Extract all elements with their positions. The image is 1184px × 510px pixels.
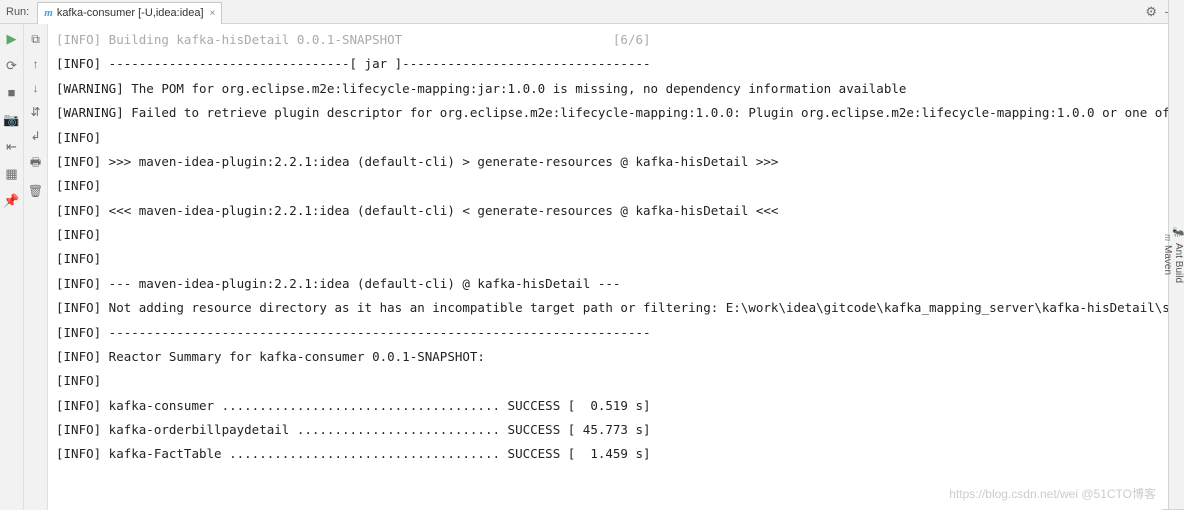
console-line: [INFO] Not adding resource directory as … <box>56 296 1176 320</box>
console-line: [INFO] kafka-FactTable .................… <box>56 442 1176 466</box>
console-line: [INFO] --- maven-idea-plugin:2.2.1:idea … <box>56 272 1176 296</box>
exit-icon[interactable]: ⇤ <box>6 140 17 153</box>
console-line: [INFO] kafka-orderbillpaydetail ........… <box>56 418 1176 442</box>
right-sidebar: 🐜 Ant Build m Maven <box>1168 0 1184 510</box>
console-line: [INFO] kafka-consumer ..................… <box>56 394 1176 418</box>
close-icon[interactable]: × <box>210 8 216 19</box>
pin-icon[interactable]: 📌 <box>3 194 19 207</box>
toggle-softwrap-icon[interactable]: ⇵ <box>30 105 40 119</box>
up-icon[interactable]: ↑ <box>33 57 39 71</box>
console-line: [INFO] <box>56 223 1176 247</box>
run-config-tab[interactable]: m kafka-consumer [-U,idea:idea] × <box>37 2 222 24</box>
stop-icon[interactable]: ■ <box>8 86 16 99</box>
rerun-icon[interactable]: ⟳ <box>6 59 17 72</box>
layout-icon[interactable]: ▦ <box>5 167 17 180</box>
maven-icon: m <box>44 7 53 19</box>
tab-maven[interactable]: m Maven <box>1162 0 1173 510</box>
print-icon[interactable]: 🖶 <box>30 153 41 174</box>
console-line: [INFO] <box>56 126 1176 150</box>
threads-icon[interactable]: ⧉ <box>31 32 40 47</box>
dump-icon[interactable]: 📷 <box>3 113 19 126</box>
run-icon[interactable]: ▶ <box>7 32 17 45</box>
tab-ant-build[interactable]: 🐜 Ant Build <box>1173 0 1184 510</box>
console-line: [INFO] --------------------------------[… <box>56 52 1176 76</box>
clear-icon[interactable]: 🗑 <box>28 184 43 198</box>
run-label: Run: <box>6 6 29 18</box>
console-line: [INFO] <box>56 174 1176 198</box>
run-header: Run: m kafka-consumer [-U,idea:idea] × ⚙… <box>0 0 1184 24</box>
gear-icon[interactable]: ⚙ <box>1145 4 1157 20</box>
run-gutter-inner: ⧉ ↑ ↓ ⇵ ↲ 🖶 🗑 <box>24 24 48 510</box>
console-line: [INFO] <<< maven-idea-plugin:2.2.1:idea … <box>56 199 1176 223</box>
down-icon[interactable]: ↓ <box>33 81 39 95</box>
console-line: [INFO] >>> maven-idea-plugin:2.2.1:idea … <box>56 150 1176 174</box>
console-output[interactable]: [INFO] Building kafka-hisDetail 0.0.1-SN… <box>48 24 1184 510</box>
console-line: [INFO] Reactor Summary for kafka-consume… <box>56 345 1176 369</box>
main-area: ▶ ⟳ ■ 📷 ⇤ ▦ 📌 ⧉ ↑ ↓ ⇵ ↲ 🖶 🗑 [INFO] Build… <box>0 24 1184 510</box>
maven-m-icon: m <box>1162 234 1173 241</box>
console-line: [INFO] <box>56 369 1176 393</box>
console-line: [WARNING] The POM for org.eclipse.m2e:li… <box>56 77 1176 101</box>
console-line: [WARNING] Failed to retrieve plugin desc… <box>56 101 1176 125</box>
scroll-end-icon[interactable]: ↲ <box>30 129 40 143</box>
run-gutter-left: ▶ ⟳ ■ 📷 ⇤ ▦ 📌 <box>0 24 24 510</box>
console-line: [INFO] <box>56 247 1176 271</box>
console-line: [INFO] ---------------------------------… <box>56 321 1176 345</box>
console-line: [INFO] Building kafka-hisDetail 0.0.1-SN… <box>56 28 1176 52</box>
tab-title: kafka-consumer [-U,idea:idea] <box>57 7 204 19</box>
ant-icon: 🐜 <box>1173 226 1184 238</box>
